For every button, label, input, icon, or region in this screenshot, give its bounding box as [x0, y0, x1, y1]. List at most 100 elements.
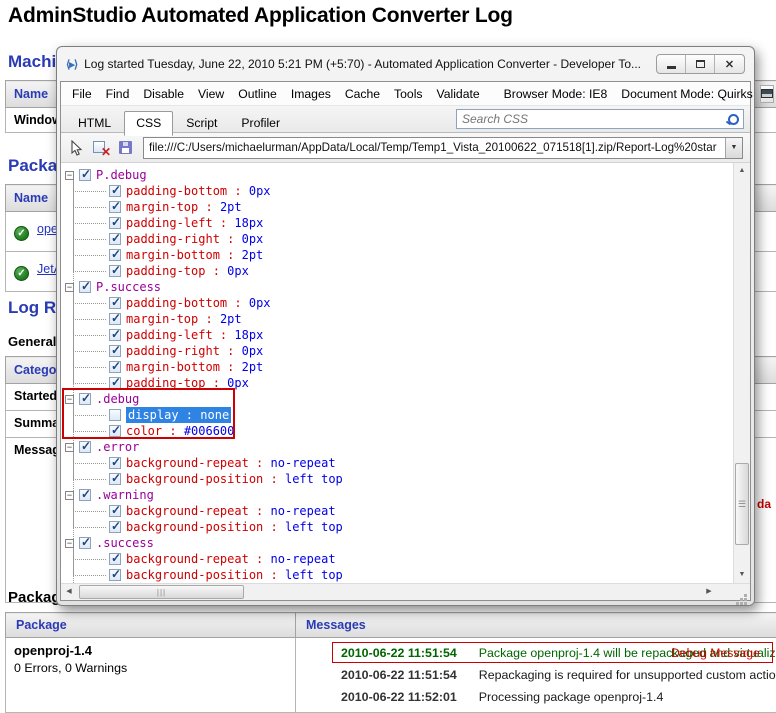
rule-checkbox[interactable]	[79, 489, 91, 501]
css-rule-selector-row[interactable]: −P.debug	[65, 167, 733, 183]
collapse-expander-icon[interactable]: −	[65, 395, 74, 404]
search-box[interactable]	[456, 109, 744, 129]
property-checkbox[interactable]	[109, 217, 121, 229]
rule-checkbox[interactable]	[79, 169, 91, 181]
css-property-row[interactable]: background-position : left top	[65, 567, 733, 583]
css-property-row[interactable]: margin-bottom : 2pt	[65, 247, 733, 263]
scroll-left-button[interactable]: ◀	[61, 584, 77, 600]
css-property-row[interactable]: background-repeat : no-repeat	[65, 455, 733, 471]
css-property-row[interactable]: background-position : left top	[65, 519, 733, 535]
property-checkbox[interactable]	[109, 329, 121, 341]
menu-item-browser-mode[interactable]: Browser Mode: IE8	[497, 84, 615, 104]
tree-guide	[73, 207, 106, 208]
selector-name: P.success	[96, 280, 161, 294]
css-property-row[interactable]: background-position : left top	[65, 471, 733, 487]
collapse-expander-icon[interactable]: −	[65, 171, 74, 180]
tab-profiler[interactable]: Profiler	[230, 112, 291, 135]
menu-item-disable[interactable]: Disable	[136, 84, 191, 104]
collapse-expander-icon[interactable]: −	[65, 539, 74, 548]
maximize-button[interactable]	[686, 55, 715, 73]
rule-checkbox[interactable]	[79, 281, 91, 293]
property-checkbox[interactable]	[109, 297, 121, 309]
select-element-button[interactable]	[68, 140, 84, 156]
property-text: padding-top : 0px	[126, 264, 249, 278]
save-button[interactable]	[118, 140, 134, 156]
menu-item-tools[interactable]: Tools	[387, 84, 429, 104]
rule-checkbox[interactable]	[79, 537, 91, 549]
tab-script[interactable]: Script	[175, 112, 228, 135]
property-checkbox[interactable]	[109, 553, 121, 565]
property-checkbox[interactable]	[109, 473, 121, 485]
url-dropdown-button[interactable]: ▼	[725, 138, 742, 158]
property-checkbox[interactable]	[109, 265, 121, 277]
horizontal-scrollbar[interactable]: ◀ ||| ▶	[61, 583, 750, 600]
menu-item-cache[interactable]: Cache	[338, 84, 387, 104]
css-rule-selector-row[interactable]: −.success	[65, 535, 733, 551]
property-checkbox[interactable]	[109, 201, 121, 213]
close-button[interactable]: ✕	[715, 55, 744, 73]
css-property-row[interactable]: background-repeat : no-repeat	[65, 503, 733, 519]
property-checkbox[interactable]	[109, 457, 121, 469]
collapse-expander-icon[interactable]: −	[65, 283, 74, 292]
rule-checkbox[interactable]	[79, 393, 91, 405]
property-checkbox[interactable]	[109, 185, 121, 197]
css-property-row[interactable]: display : none	[65, 407, 733, 423]
css-property-row[interactable]: padding-top : 0px	[65, 263, 733, 279]
css-property-row[interactable]: margin-top : 2pt	[65, 199, 733, 215]
property-checkbox[interactable]	[109, 361, 121, 373]
minimize-button[interactable]	[657, 55, 686, 73]
pin-button[interactable]	[760, 85, 774, 103]
search-icon[interactable]	[726, 113, 738, 125]
property-checkbox[interactable]	[109, 505, 121, 517]
css-rule-selector-row[interactable]: − P.success	[65, 279, 733, 295]
css-property-row[interactable]: padding-top : 0px	[65, 375, 733, 391]
collapse-expander-icon[interactable]: −	[65, 491, 74, 500]
css-property-row[interactable]: padding-left : 18px	[65, 327, 733, 343]
tree-guide	[73, 303, 106, 304]
tab-css[interactable]: CSS	[124, 111, 173, 136]
css-property-row[interactable]: margin-top : 2pt	[65, 311, 733, 327]
property-checkbox[interactable]	[109, 409, 121, 421]
menu-item-find[interactable]: Find	[99, 84, 137, 104]
property-value: 2pt	[220, 200, 242, 214]
css-property-row[interactable]: padding-bottom : 0px	[65, 295, 733, 311]
tab-html[interactable]: HTML	[67, 112, 122, 135]
property-checkbox[interactable]	[109, 521, 121, 533]
scroll-up-button[interactable]: ▲	[734, 163, 750, 179]
menu-item-view[interactable]: View	[191, 84, 231, 104]
collapse-expander-icon[interactable]: −	[65, 443, 74, 452]
css-rule-selector-row[interactable]: −.warning	[65, 487, 733, 503]
css-property-row[interactable]: color : #006600	[65, 423, 733, 439]
property-checkbox[interactable]	[109, 377, 121, 389]
clear-browser-cache-button[interactable]: ✕	[93, 140, 109, 156]
property-checkbox[interactable]	[109, 313, 121, 325]
property-checkbox[interactable]	[109, 233, 121, 245]
menu-item-images[interactable]: Images	[284, 84, 338, 104]
css-property-row[interactable]: padding-right : 0px	[65, 231, 733, 247]
property-checkbox[interactable]	[109, 249, 121, 261]
vertical-scrollbar[interactable]: ▲ ☰ ▼	[733, 163, 750, 583]
vertical-scroll-thumb[interactable]: ☰	[735, 463, 749, 545]
window-titlebar[interactable]: ⟨▸⟩ Log started Tuesday, June 22, 2010 5…	[57, 47, 754, 81]
resize-grip[interactable]	[744, 594, 747, 597]
css-property-row[interactable]: padding-bottom : 0px	[65, 183, 733, 199]
property-checkbox[interactable]	[109, 569, 121, 581]
url-combobox[interactable]: file:///C:/Users/michaelurman/AppData/Lo…	[143, 137, 743, 159]
scroll-right-button[interactable]: ▶	[701, 584, 717, 600]
menu-item-outline[interactable]: Outline	[231, 84, 284, 104]
css-property-row[interactable]: background-repeat : no-repeat	[65, 551, 733, 567]
css-rule-selector-row[interactable]: −.debug	[65, 391, 733, 407]
rule-checkbox[interactable]	[79, 441, 91, 453]
horizontal-scroll-thumb[interactable]: |||	[79, 585, 244, 599]
css-rule-selector-row[interactable]: −.error	[65, 439, 733, 455]
css-property-row[interactable]: padding-right : 0px	[65, 343, 733, 359]
search-input[interactable]	[462, 112, 726, 126]
scroll-down-button[interactable]: ▼	[734, 567, 750, 583]
property-checkbox[interactable]	[109, 425, 121, 437]
menu-item-validate[interactable]: Validate	[430, 84, 487, 104]
css-property-row[interactable]: padding-left : 18px	[65, 215, 733, 231]
menu-item-document-mode[interactable]: Document Mode: Quirks	[614, 84, 759, 104]
menu-item-file[interactable]: File	[65, 84, 99, 104]
property-checkbox[interactable]	[109, 345, 121, 357]
css-property-row[interactable]: margin-bottom : 2pt	[65, 359, 733, 375]
